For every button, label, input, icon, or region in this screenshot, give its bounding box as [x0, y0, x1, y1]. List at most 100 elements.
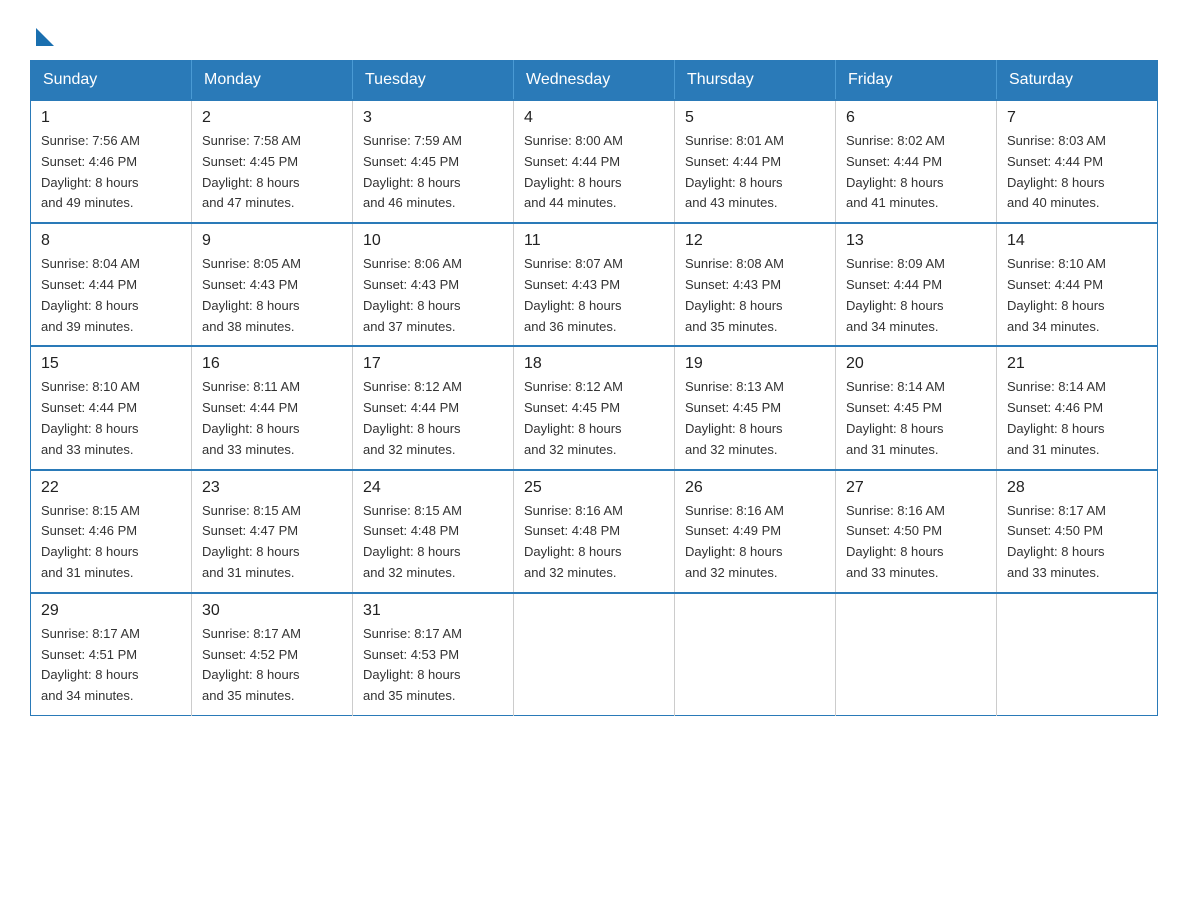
day-info: Sunrise: 8:15 AMSunset: 4:47 PMDaylight:…: [202, 501, 342, 584]
day-info: Sunrise: 8:10 AMSunset: 4:44 PMDaylight:…: [1007, 254, 1147, 337]
calendar-cell: 26 Sunrise: 8:16 AMSunset: 4:49 PMDayligh…: [675, 470, 836, 593]
day-info: Sunrise: 8:09 AMSunset: 4:44 PMDaylight:…: [846, 254, 986, 337]
day-info: Sunrise: 8:17 AMSunset: 4:52 PMDaylight:…: [202, 624, 342, 707]
day-info: Sunrise: 7:59 AMSunset: 4:45 PMDaylight:…: [363, 131, 503, 214]
day-info: Sunrise: 8:15 AMSunset: 4:48 PMDaylight:…: [363, 501, 503, 584]
calendar-cell: [836, 593, 997, 716]
calendar-cell: 5 Sunrise: 8:01 AMSunset: 4:44 PMDaylight…: [675, 100, 836, 223]
calendar-cell: 13 Sunrise: 8:09 AMSunset: 4:44 PMDayligh…: [836, 223, 997, 346]
day-number: 18: [524, 355, 664, 373]
day-info: Sunrise: 8:16 AMSunset: 4:48 PMDaylight:…: [524, 501, 664, 584]
calendar-cell: 27 Sunrise: 8:16 AMSunset: 4:50 PMDayligh…: [836, 470, 997, 593]
calendar-cell: 11Sunrise: 8:07 AMSunset: 4:43 PMDayligh…: [514, 223, 675, 346]
day-header-friday: Friday: [836, 61, 997, 101]
day-number: 19: [685, 355, 825, 373]
day-info: Sunrise: 8:06 AMSunset: 4:43 PMDaylight:…: [363, 254, 503, 337]
day-number: 27: [846, 479, 986, 497]
day-header-sunday: Sunday: [31, 61, 192, 101]
calendar-cell: 24Sunrise: 8:15 AMSunset: 4:48 PMDayligh…: [353, 470, 514, 593]
day-info: Sunrise: 8:13 AMSunset: 4:45 PMDaylight:…: [685, 377, 825, 460]
day-number: 7: [1007, 109, 1147, 127]
calendar-cell: 25 Sunrise: 8:16 AMSunset: 4:48 PMDayligh…: [514, 470, 675, 593]
calendar-header-row: SundayMondayTuesdayWednesdayThursdayFrid…: [31, 61, 1158, 101]
day-info: Sunrise: 8:16 AMSunset: 4:49 PMDaylight:…: [685, 501, 825, 584]
day-number: 8: [41, 232, 181, 250]
calendar-cell: 15 Sunrise: 8:10 AMSunset: 4:44 PMDayligh…: [31, 346, 192, 469]
day-header-tuesday: Tuesday: [353, 61, 514, 101]
day-info: Sunrise: 8:16 AMSunset: 4:50 PMDaylight:…: [846, 501, 986, 584]
day-info: Sunrise: 8:01 AMSunset: 4:44 PMDaylight:…: [685, 131, 825, 214]
day-number: 29: [41, 602, 181, 620]
calendar-cell: 1Sunrise: 7:56 AMSunset: 4:46 PMDaylight…: [31, 100, 192, 223]
calendar-cell: 4 Sunrise: 8:00 AMSunset: 4:44 PMDaylight…: [514, 100, 675, 223]
day-header-saturday: Saturday: [997, 61, 1158, 101]
day-info: Sunrise: 8:11 AMSunset: 4:44 PMDaylight:…: [202, 377, 342, 460]
calendar-cell: 9 Sunrise: 8:05 AMSunset: 4:43 PMDaylight…: [192, 223, 353, 346]
day-number: 4: [524, 109, 664, 127]
day-number: 17: [363, 355, 503, 373]
calendar-week-row: 15 Sunrise: 8:10 AMSunset: 4:44 PMDayligh…: [31, 346, 1158, 469]
calendar-cell: 14 Sunrise: 8:10 AMSunset: 4:44 PMDayligh…: [997, 223, 1158, 346]
day-number: 6: [846, 109, 986, 127]
day-info: Sunrise: 8:15 AMSunset: 4:46 PMDaylight:…: [41, 501, 181, 584]
calendar-cell: 28 Sunrise: 8:17 AMSunset: 4:50 PMDayligh…: [997, 470, 1158, 593]
day-info: Sunrise: 8:17 AMSunset: 4:51 PMDaylight:…: [41, 624, 181, 707]
day-number: 25: [524, 479, 664, 497]
day-info: Sunrise: 8:00 AMSunset: 4:44 PMDaylight:…: [524, 131, 664, 214]
calendar-table: SundayMondayTuesdayWednesdayThursdayFrid…: [30, 60, 1158, 716]
day-number: 12: [685, 232, 825, 250]
calendar-cell: 23 Sunrise: 8:15 AMSunset: 4:47 PMDayligh…: [192, 470, 353, 593]
calendar-cell: 6 Sunrise: 8:02 AMSunset: 4:44 PMDaylight…: [836, 100, 997, 223]
day-number: 16: [202, 355, 342, 373]
day-number: 22: [41, 479, 181, 497]
calendar-cell: 22 Sunrise: 8:15 AMSunset: 4:46 PMDayligh…: [31, 470, 192, 593]
day-number: 14: [1007, 232, 1147, 250]
day-number: 3: [363, 109, 503, 127]
day-number: 2: [202, 109, 342, 127]
calendar-cell: [675, 593, 836, 716]
logo: [30, 20, 54, 40]
day-number: 15: [41, 355, 181, 373]
calendar-cell: 8 Sunrise: 8:04 AMSunset: 4:44 PMDaylight…: [31, 223, 192, 346]
day-number: 28: [1007, 479, 1147, 497]
calendar-cell: 30 Sunrise: 8:17 AMSunset: 4:52 PMDayligh…: [192, 593, 353, 716]
day-number: 30: [202, 602, 342, 620]
calendar-cell: 12 Sunrise: 8:08 AMSunset: 4:43 PMDayligh…: [675, 223, 836, 346]
calendar-cell: 21 Sunrise: 8:14 AMSunset: 4:46 PMDayligh…: [997, 346, 1158, 469]
day-info: Sunrise: 7:58 AMSunset: 4:45 PMDaylight:…: [202, 131, 342, 214]
day-number: 9: [202, 232, 342, 250]
calendar-cell: 19 Sunrise: 8:13 AMSunset: 4:45 PMDayligh…: [675, 346, 836, 469]
day-number: 10: [363, 232, 503, 250]
day-info: Sunrise: 8:17 AMSunset: 4:50 PMDaylight:…: [1007, 501, 1147, 584]
day-info: Sunrise: 8:12 AMSunset: 4:45 PMDaylight:…: [524, 377, 664, 460]
day-number: 20: [846, 355, 986, 373]
day-info: Sunrise: 8:10 AMSunset: 4:44 PMDaylight:…: [41, 377, 181, 460]
calendar-cell: 20Sunrise: 8:14 AMSunset: 4:45 PMDayligh…: [836, 346, 997, 469]
day-header-monday: Monday: [192, 61, 353, 101]
calendar-week-row: 8 Sunrise: 8:04 AMSunset: 4:44 PMDaylight…: [31, 223, 1158, 346]
day-number: 31: [363, 602, 503, 620]
calendar-week-row: 22 Sunrise: 8:15 AMSunset: 4:46 PMDayligh…: [31, 470, 1158, 593]
day-info: Sunrise: 8:05 AMSunset: 4:43 PMDaylight:…: [202, 254, 342, 337]
day-info: Sunrise: 8:14 AMSunset: 4:46 PMDaylight:…: [1007, 377, 1147, 460]
calendar-cell: 10 Sunrise: 8:06 AMSunset: 4:43 PMDayligh…: [353, 223, 514, 346]
day-header-thursday: Thursday: [675, 61, 836, 101]
calendar-cell: 17Sunrise: 8:12 AMSunset: 4:44 PMDayligh…: [353, 346, 514, 469]
calendar-cell: 2 Sunrise: 7:58 AMSunset: 4:45 PMDaylight…: [192, 100, 353, 223]
day-number: 23: [202, 479, 342, 497]
day-info: Sunrise: 7:56 AMSunset: 4:46 PMDaylight:…: [41, 131, 181, 214]
calendar-cell: [997, 593, 1158, 716]
calendar-week-row: 29 Sunrise: 8:17 AMSunset: 4:51 PMDayligh…: [31, 593, 1158, 716]
day-info: Sunrise: 8:08 AMSunset: 4:43 PMDaylight:…: [685, 254, 825, 337]
day-info: Sunrise: 8:17 AMSunset: 4:53 PMDaylight:…: [363, 624, 503, 707]
calendar-cell: 29 Sunrise: 8:17 AMSunset: 4:51 PMDayligh…: [31, 593, 192, 716]
day-number: 21: [1007, 355, 1147, 373]
day-info: Sunrise: 8:02 AMSunset: 4:44 PMDaylight:…: [846, 131, 986, 214]
day-info: Sunrise: 8:04 AMSunset: 4:44 PMDaylight:…: [41, 254, 181, 337]
day-number: 5: [685, 109, 825, 127]
day-number: 26: [685, 479, 825, 497]
day-number: 13: [846, 232, 986, 250]
day-info: Sunrise: 8:07 AMSunset: 4:43 PMDaylight:…: [524, 254, 664, 337]
day-info: Sunrise: 8:03 AMSunset: 4:44 PMDaylight:…: [1007, 131, 1147, 214]
calendar-cell: 7 Sunrise: 8:03 AMSunset: 4:44 PMDaylight…: [997, 100, 1158, 223]
